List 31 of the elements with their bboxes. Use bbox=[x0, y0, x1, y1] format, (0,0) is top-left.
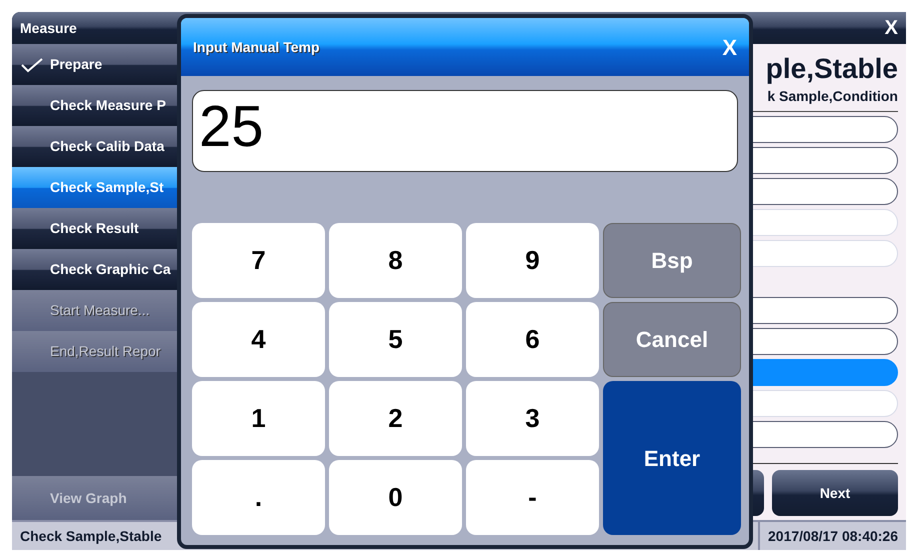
keypad-key[interactable]: 7 bbox=[192, 223, 325, 298]
keypad-key[interactable]: 3 bbox=[466, 381, 599, 456]
enter-button[interactable]: Enter bbox=[603, 381, 741, 535]
keypad-key[interactable]: 1 bbox=[192, 381, 325, 456]
page-subtitle: k Sample,Condition bbox=[767, 88, 898, 104]
keypad-key[interactable]: 6 bbox=[466, 302, 599, 377]
sidebar-item[interactable]: Check Sample,St bbox=[12, 167, 178, 208]
keypad-key[interactable]: 0 bbox=[329, 460, 462, 535]
sidebar-item[interactable]: Check Calib Data bbox=[12, 126, 178, 167]
next-button[interactable]: Next bbox=[772, 470, 898, 516]
sidebar-item[interactable]: Prepare bbox=[12, 44, 178, 85]
sidebar-item[interactable]: Check Measure P bbox=[12, 85, 178, 126]
close-button[interactable]: X bbox=[884, 18, 898, 38]
keypad-key[interactable]: 5 bbox=[329, 302, 462, 377]
action-button[interactable]: Bsp bbox=[603, 223, 741, 298]
window-title: Measure bbox=[20, 18, 77, 38]
keypad-key[interactable]: - bbox=[466, 460, 599, 535]
keypad-key[interactable]: 4 bbox=[192, 302, 325, 377]
action-button[interactable]: Cancel bbox=[603, 302, 741, 377]
keypad-key[interactable]: . bbox=[192, 460, 325, 535]
page-title: ple,Stable bbox=[766, 53, 898, 84]
sidebar-item[interactable]: Check Graphic Ca bbox=[12, 249, 178, 290]
keypad-key[interactable]: 2 bbox=[329, 381, 462, 456]
dialog-title: Input Manual Temp bbox=[193, 38, 320, 57]
status-step: Check Sample,Stable bbox=[12, 522, 170, 550]
close-button[interactable]: X bbox=[722, 30, 737, 64]
keypad-key[interactable]: 9 bbox=[466, 223, 599, 298]
keypad-key[interactable]: 8 bbox=[329, 223, 462, 298]
value-display[interactable]: 25 bbox=[192, 90, 738, 172]
sidebar-item[interactable]: Check Result bbox=[12, 208, 178, 249]
status-datetime: 2017/08/17 08:40:26 bbox=[758, 522, 906, 550]
